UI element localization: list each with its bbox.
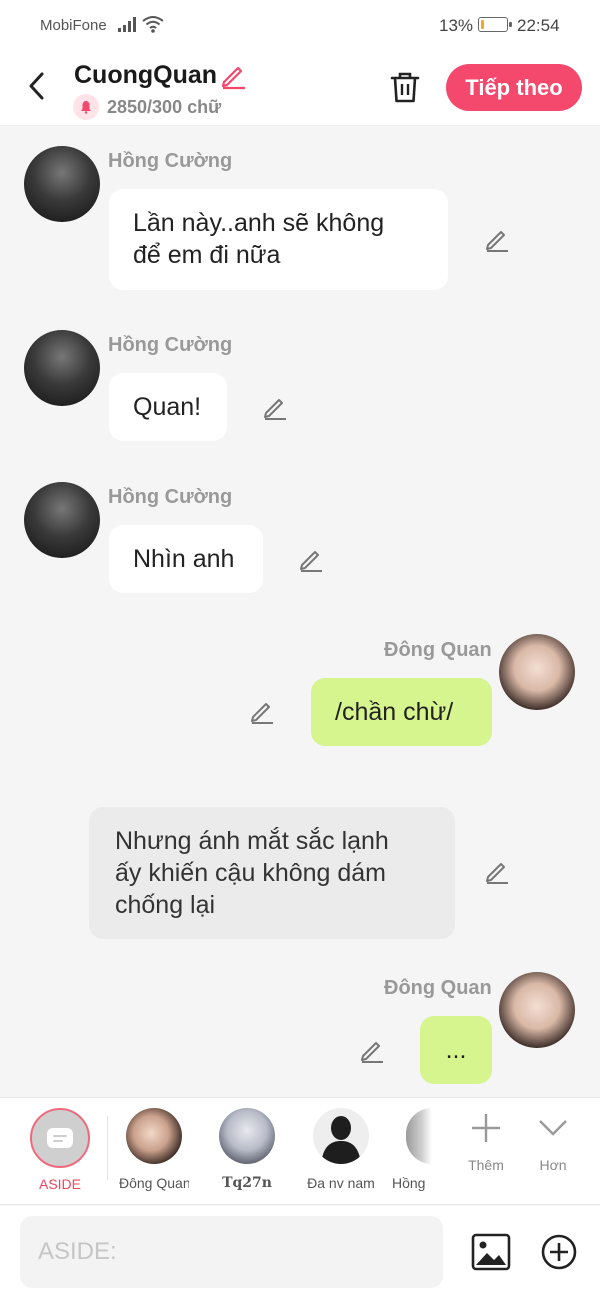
aside-line: Nhưng ánh mắt sắc lạnh <box>115 827 389 855</box>
message-text: Quan! <box>133 393 202 421</box>
next-button[interactable]: Tiếp theo <box>446 64 582 111</box>
expand-label: Hơn <box>539 1157 567 1173</box>
message-bubble[interactable]: /chần chừ/ <box>311 678 492 746</box>
battery-icon <box>478 17 512 32</box>
message-text: Nhìn anh <box>133 545 235 573</box>
message-bubble[interactable]: Lần này..anh sẽ không để em đi nữa <box>109 189 448 290</box>
aside-bubble[interactable]: Nhưng ánh mắt sắc lạnh ấy khiến cậu khôn… <box>89 807 455 939</box>
edit-message-icon[interactable] <box>358 1037 386 1065</box>
more-label: Thêm <box>468 1157 504 1173</box>
avatar <box>219 1108 275 1164</box>
edit-message-icon[interactable] <box>261 394 289 422</box>
edit-message-icon[interactable] <box>248 698 276 726</box>
expand-button[interactable]: Hơn <box>523 1108 583 1173</box>
character-da-nv-nam[interactable]: Đa nv nam <box>302 1108 380 1191</box>
character-tq27n[interactable]: Tq27n <box>212 1108 282 1191</box>
battery-fill <box>481 20 485 29</box>
sender-name: Đông Quan <box>384 639 492 661</box>
character-hong-cuong[interactable]: Hồng <box>392 1108 432 1191</box>
aside-icon <box>47 1128 73 1148</box>
aside-label: ASIDE <box>38 1176 81 1192</box>
aside-button[interactable] <box>30 1108 90 1168</box>
sender-name: Hồng Cường <box>108 486 233 508</box>
chevron-down-icon <box>539 1120 567 1136</box>
edit-message-icon[interactable] <box>483 226 511 254</box>
aside-line: chống lại <box>115 891 216 919</box>
clock: 22:54 <box>517 16 560 35</box>
divider <box>107 1116 108 1180</box>
aside-input[interactable] <box>20 1216 443 1288</box>
carrier-name: MobiFone <box>40 17 107 34</box>
back-icon[interactable] <box>22 68 52 104</box>
message-line: để em đi nữa <box>133 241 281 269</box>
message-bubble[interactable]: ... <box>420 1016 492 1084</box>
status-bar: MobiFone 13% 22:54 <box>0 0 600 50</box>
character-name: Hồng <box>392 1175 426 1191</box>
avatar[interactable] <box>499 972 575 1048</box>
image-icon[interactable] <box>471 1233 511 1271</box>
aside-line: ấy khiến cậu không dám <box>115 859 387 887</box>
input-area <box>0 1206 600 1300</box>
character-name: Đông Quan <box>119 1175 189 1191</box>
avatar[interactable] <box>24 146 100 222</box>
sender-name: Hồng Cường <box>108 334 233 356</box>
add-circle-icon[interactable] <box>540 1233 578 1271</box>
avatar[interactable] <box>24 482 100 558</box>
message-line: Lần này..anh sẽ không <box>133 209 385 237</box>
message-text: /chần chừ/ <box>335 698 454 726</box>
message-bubble[interactable]: Nhìn anh <box>109 525 263 593</box>
character-name: Tq27n <box>222 1175 272 1191</box>
character-name: Đa nv nam <box>307 1175 375 1191</box>
plus-icon <box>472 1114 500 1142</box>
edit-title-icon[interactable] <box>219 62 247 90</box>
wifi-icon <box>142 16 164 33</box>
avatar[interactable] <box>499 634 575 710</box>
avatar <box>126 1108 182 1164</box>
message-bubble[interactable]: Quan! <box>109 373 227 441</box>
edit-message-icon[interactable] <box>297 546 325 574</box>
sender-name: Hồng Cường <box>108 150 233 172</box>
silhouette-icon <box>313 1108 369 1164</box>
character-dong-quan[interactable]: Đông Quan <box>119 1108 189 1191</box>
avatar <box>406 1108 432 1164</box>
trash-icon[interactable] <box>388 70 422 104</box>
story-title: CuongQuan <box>74 61 218 89</box>
message-text: ... <box>445 1036 467 1064</box>
header: CuongQuan 2850/300 chữ Tiếp theo <box>0 50 600 126</box>
signal-icon <box>118 17 136 32</box>
word-quota: 2850/300 chữ <box>107 97 222 117</box>
character-bar: ASIDE Đông Quan Tq27n Đa nv nam Hồng Thê… <box>0 1097 600 1205</box>
battery-percent: 13% <box>439 16 474 35</box>
avatar[interactable] <box>24 330 100 406</box>
bell-icon <box>73 94 99 120</box>
sender-name: Đông Quan <box>384 977 492 999</box>
add-character-button[interactable]: Thêm <box>456 1108 516 1173</box>
edit-message-icon[interactable] <box>483 858 511 886</box>
